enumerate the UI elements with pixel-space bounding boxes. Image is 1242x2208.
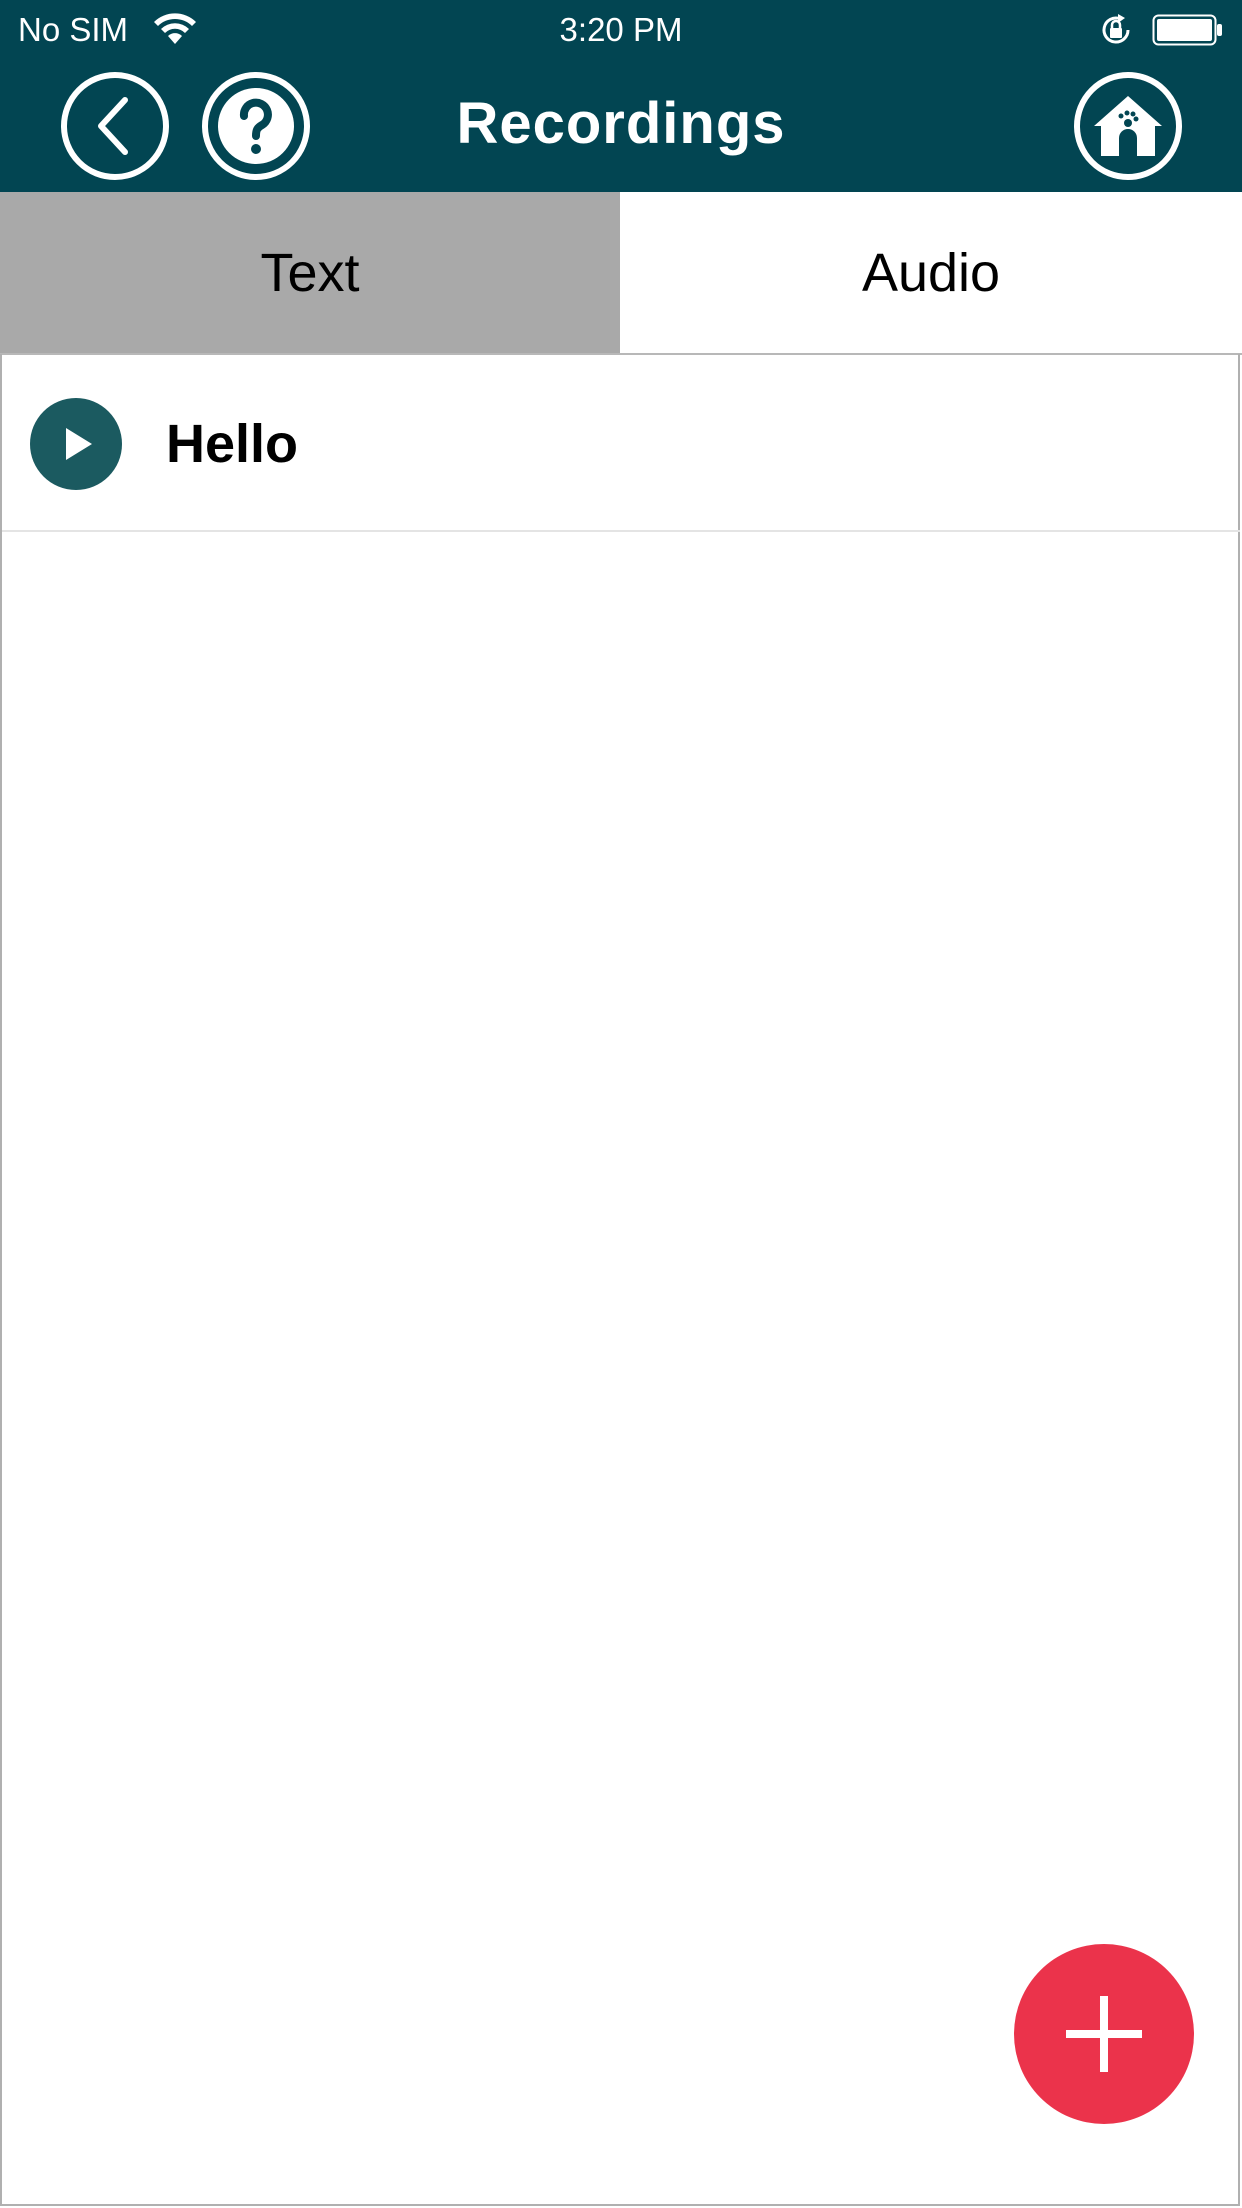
- recording-label: Hello: [166, 414, 299, 474]
- tab-audio[interactable]: Audio: [620, 192, 1242, 354]
- home-button[interactable]: [1074, 72, 1182, 180]
- add-recording-button[interactable]: [1014, 1944, 1194, 2124]
- recordings-list: [0, 354, 1240, 2206]
- tab-bar: Text Audio: [0, 192, 1242, 354]
- tab-text[interactable]: Text: [0, 192, 620, 354]
- orientation-lock-icon: [1102, 14, 1130, 44]
- list-item[interactable]: Hello: [2, 354, 1240, 532]
- status-bar: No SIM 3:20 PM: [0, 0, 1242, 60]
- play-icon: [66, 428, 92, 460]
- plus-icon: [1066, 1996, 1142, 2072]
- app-header: No SIM 3:20 PM Recordings: [0, 0, 1242, 192]
- play-button[interactable]: [30, 398, 122, 490]
- battery-icon: [1152, 14, 1222, 46]
- page-title: Recordings: [456, 91, 786, 156]
- home-icon: [1094, 96, 1162, 156]
- status-time: 3:20 PM: [559, 11, 683, 48]
